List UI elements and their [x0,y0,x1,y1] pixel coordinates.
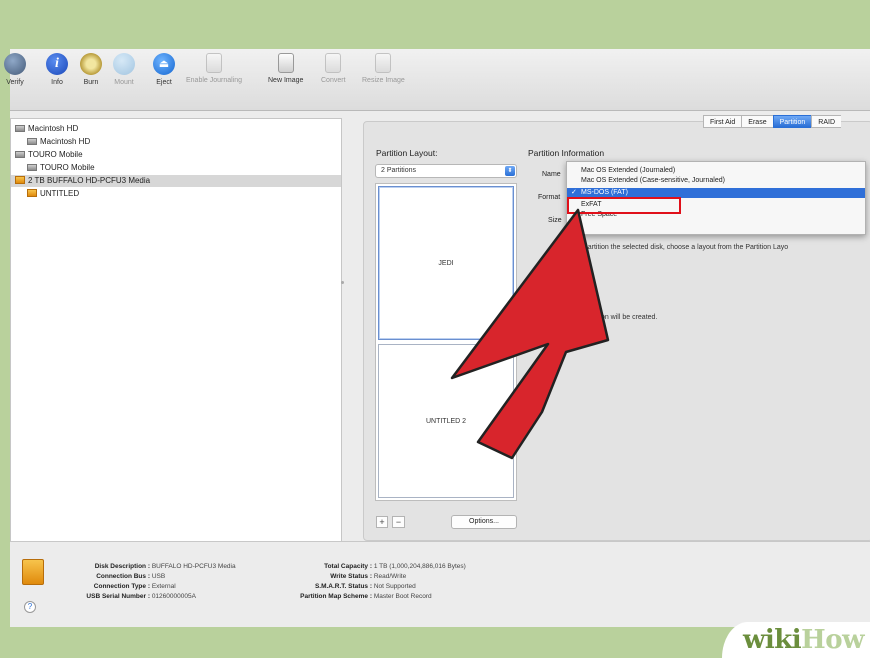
partition-description-text: d partition the selected disk, choose a … [578,244,789,251]
size-label: Size [548,217,562,224]
options-button[interactable]: Options... [451,515,517,529]
resize-image-icon [375,53,392,73]
burn-button[interactable]: Burn [80,53,102,86]
partition-layout-label: Partition Layout: [376,148,438,158]
tab-bar: First Aid Erase Partition RAID [703,115,842,128]
tab-raid[interactable]: RAID [811,115,842,128]
external-drive-icon [22,559,44,585]
hard-drive-icon [15,125,25,132]
convert-icon [325,53,342,73]
chevron-updown-icon: ⬍ [505,166,515,176]
total-capacity-row: Total Capacity : 1 TB (1,000,204,886,016… [324,563,466,570]
eject-button[interactable]: ⏏ Eject [153,53,175,86]
enable-journaling-button[interactable]: Enable Journaling [186,53,242,84]
info-button[interactable]: i Info [46,53,68,86]
format-label: Format [538,194,561,201]
sidebar-item-disk[interactable]: Macintosh HD [15,123,78,135]
microscope-icon [4,53,26,75]
splitter-handle[interactable] [341,281,344,284]
new-image-icon [277,53,294,73]
menu-item-mac-os-extended-case-sensitive[interactable]: Mac OS Extended (Case-sensitive, Journal… [567,176,865,186]
connection-bus-row: Connection Bus : USB [96,573,166,580]
exfat-highlight-box [567,197,681,214]
mount-button[interactable]: Mount [113,53,135,86]
usb-serial-row: USB Serial Number : 01260000005A [86,593,196,600]
add-partition-button[interactable]: + [376,516,388,528]
eject-icon: ⏏ [153,53,175,75]
sidebar-item-volume[interactable]: Macintosh HD [27,136,90,148]
new-image-button[interactable]: New Image [268,53,303,84]
tab-first-aid[interactable]: First Aid [703,115,742,128]
menu-item-mac-os-extended-journaled[interactable]: Mac OS Extended (Journaled) [567,166,865,176]
help-button[interactable]: ? [24,601,36,613]
partition-map: JEDI UNTITLED 2 [375,183,517,501]
hard-drive-icon [15,151,25,158]
journaling-icon [206,53,223,73]
partition-layout-select[interactable]: 2 Partitions ⬍ [375,164,517,178]
connection-type-row: Connection Type : External [93,583,176,590]
burn-icon [80,53,102,75]
partition-map-scheme-row: Partition Map Scheme : Master Boot Recor… [300,593,432,600]
partition-untitled-2[interactable]: UNTITLED 2 [378,344,514,498]
smart-status-row: S.M.A.R.T. Status : Not Supported [314,583,416,590]
sidebar-item-untitled[interactable]: UNTITLED [27,188,79,200]
mount-icon [113,53,135,75]
tab-partition[interactable]: Partition [772,115,812,128]
info-icon: i [46,53,68,75]
disk-list: Macintosh HD Macintosh HD TOURO Mobile T… [10,118,342,542]
name-label: Name [542,171,561,178]
external-drive-icon [15,176,25,184]
sidebar-item-volume[interactable]: TOURO Mobile [27,162,95,174]
external-drive-icon [27,189,37,197]
hard-drive-icon [27,138,37,145]
partition-information-label: Partition Information [528,148,605,158]
partition-jedi[interactable]: JEDI [378,186,514,340]
write-status-row: Write Status : Read/Write [330,573,407,580]
resize-image-button[interactable]: Resize Image [362,53,405,84]
tab-erase[interactable]: Erase [741,115,773,128]
partition-created-text: d partition will be created. [578,314,658,321]
remove-partition-button[interactable]: − [392,516,405,528]
sidebar-item-buffalo-disk[interactable]: 2 TB BUFFALO HD-PCFU3 Media [11,175,341,187]
wikihow-watermark: wikiHow [743,625,864,655]
hard-drive-icon [27,164,37,171]
toolbar: Verify i Info Burn Mount ⏏ Eject Enable … [4,49,870,111]
convert-button[interactable]: Convert [321,53,346,84]
disk-description-row: Disk Description : BUFFALO HD-PCFU3 Medi… [94,563,236,570]
sidebar-item-disk[interactable]: TOURO Mobile [15,149,83,161]
verify-button[interactable]: Verify [4,53,26,86]
